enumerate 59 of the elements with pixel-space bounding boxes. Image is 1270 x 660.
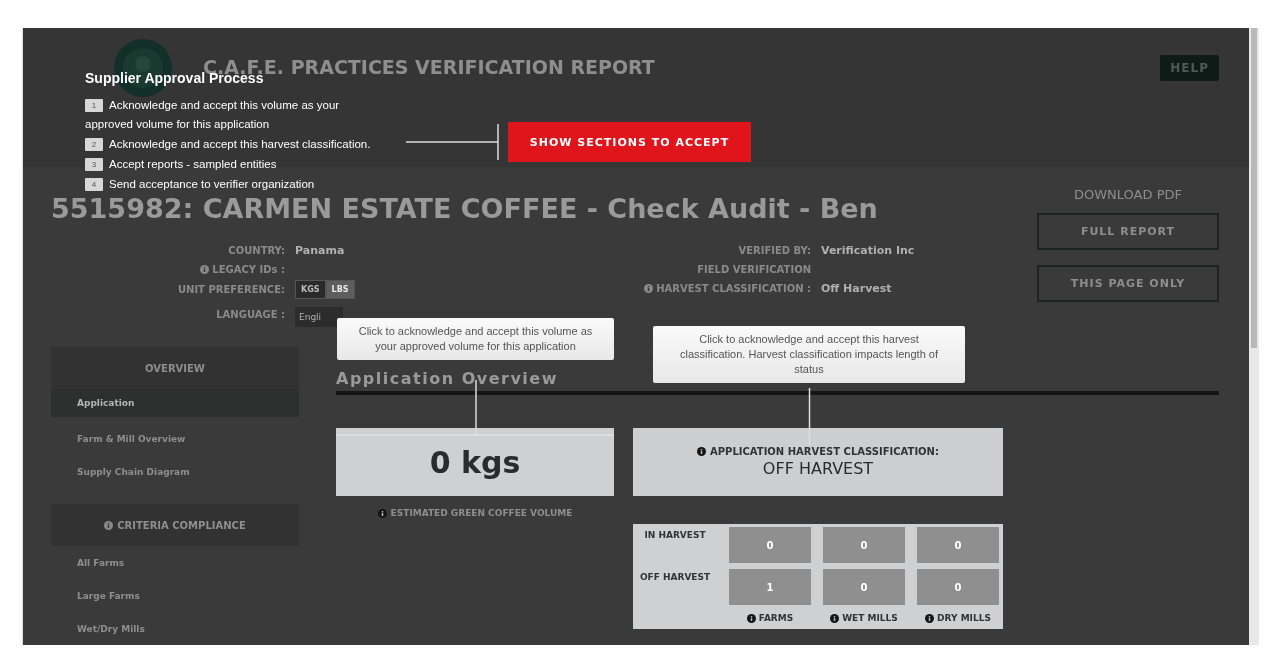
sidebar-item[interactable]: Farm & Mill Overview — [51, 422, 299, 455]
report-title: 5515982: CARMEN ESTATE COFFEE - Check Audit - Ben — [51, 193, 879, 224]
info-icon — [925, 613, 935, 623]
table-cell: 0 — [729, 527, 811, 563]
download-label: DOWNLOAD PDF — [1073, 187, 1183, 202]
detail-label: VERIFIED BY: — [738, 245, 811, 256]
tour-step: 3 Accept reports - sampled entities — [85, 155, 377, 174]
volume-box[interactable]: 0 kgs — [336, 428, 614, 496]
info-icon — [746, 613, 756, 623]
show-sections-button[interactable]: SHOW SECTIONS TO ACCEPT — [508, 122, 751, 162]
info-icon — [830, 613, 840, 623]
table-cell: 0 — [823, 569, 905, 605]
tooltip: Click to acknowledge and accept this volume as your approved volume for this application — [337, 318, 614, 360]
tour-step: 2 Acknowledge and accept this harvest classification. — [85, 135, 377, 154]
sidebar-item[interactable]: Wet/Dry Mills — [51, 612, 299, 645]
unit-option[interactable]: LBS — [325, 280, 355, 299]
row-label: OFF HARVEST — [638, 571, 712, 584]
connector-line — [808, 388, 811, 445]
download-button[interactable]: FULL REPORT — [1037, 213, 1219, 250]
sidebar-item[interactable]: Supply Chain Diagram — [51, 455, 299, 488]
unit-option[interactable]: KGS — [295, 280, 326, 299]
sidebar-item[interactable]: Large Farms — [51, 579, 299, 612]
detail-label: LEGACY IDs : — [212, 264, 285, 275]
info-icon — [200, 265, 210, 274]
help-button[interactable]: HELP — [1160, 55, 1219, 81]
harvest-label: APPLICATION HARVEST CLASSIFICATION: — [710, 446, 939, 457]
detail-label: LANGUAGE : — [216, 308, 285, 320]
info-icon — [644, 284, 654, 293]
detail-value: Panama — [295, 243, 346, 259]
info-icon — [697, 447, 706, 456]
info-icon — [104, 520, 114, 530]
volume-caption: ESTIMATED GREEN COFFEE VOLUME — [390, 508, 573, 518]
tooltip: Click to acknowledge and accept this harvest classification. Harvest classification impacts length of status — [653, 326, 965, 383]
detail-label: COUNTRY: — [228, 245, 285, 256]
column-label: FARMS — [758, 613, 794, 623]
detail-label: HARVEST CLASSIFICATION : — [656, 283, 811, 294]
detail-label: UNIT PREFERENCE: — [177, 284, 285, 295]
sidebar-section-title: OVERVIEW — [145, 362, 205, 374]
column-label: WET MILLS — [842, 613, 898, 623]
harvest-value: OFF HARVEST — [762, 459, 874, 478]
table-cell: 1 — [729, 569, 811, 605]
tour-step: 4 Send acceptance to verifier organization — [85, 175, 377, 194]
sidebar-item[interactable]: Application — [51, 389, 299, 417]
row-label: IN HARVEST — [643, 529, 707, 542]
language-select[interactable]: Engli — [295, 307, 343, 327]
tour-step: 1 Acknowledge and accept this volume as your approved volume for this application — [85, 96, 377, 134]
harvest-box[interactable]: APPLICATION HARVEST CLASSIFICATION: OFF HARVEST — [633, 428, 1003, 496]
download-button[interactable]: THIS PAGE ONLY — [1037, 265, 1219, 302]
table-cell: 0 — [917, 527, 999, 563]
table-cell: 0 — [823, 527, 905, 563]
detail-label: FIELD VERIFICATION — [697, 264, 811, 275]
detail-value: Verification Inc — [821, 243, 916, 259]
column-label: DRY MILLS — [937, 613, 991, 623]
info-icon — [377, 508, 387, 518]
table-cell: 0 — [917, 569, 999, 605]
scrollbar[interactable] — [1249, 28, 1259, 645]
sidebar-section-title: CRITERIA COMPLIANCE — [117, 519, 246, 531]
sidebar-item[interactable]: All Farms — [51, 546, 299, 579]
detail-value: Off Harvest — [821, 281, 893, 297]
